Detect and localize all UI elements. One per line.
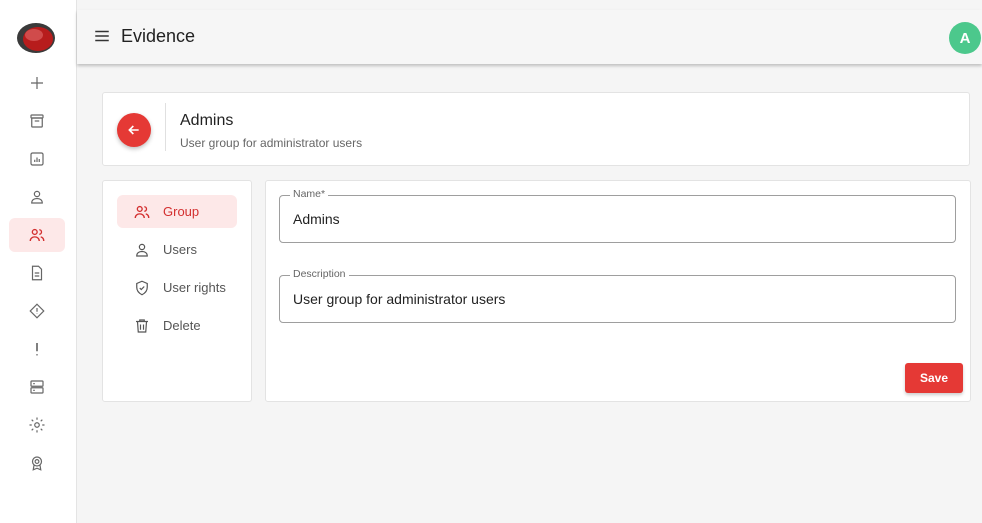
exclamation-icon[interactable] <box>9 332 65 366</box>
app-header: Evidence A <box>77 10 982 64</box>
divider <box>165 103 166 151</box>
side-menu-item-user-rights[interactable]: User rights <box>117 271 237 304</box>
nav-rail <box>0 0 77 523</box>
shield-check-icon <box>133 279 151 297</box>
description-field: Description <box>279 268 956 323</box>
group-side-menu: Group Users User rights Delete <box>102 180 252 402</box>
save-button[interactable]: Save <box>905 363 963 393</box>
report-icon[interactable] <box>9 142 65 176</box>
group-icon[interactable] <box>9 218 65 252</box>
group-icon <box>133 203 151 221</box>
name-input[interactable] <box>293 209 933 229</box>
avatar[interactable]: A <box>949 22 981 54</box>
group-header-card: Admins User group for administrator user… <box>102 92 970 166</box>
user-icon[interactable] <box>9 180 65 214</box>
side-menu-item-group[interactable]: Group <box>117 195 237 228</box>
description-field-label: Description <box>290 268 349 280</box>
side-menu-item-delete[interactable]: Delete <box>117 309 237 342</box>
badge-icon[interactable] <box>9 446 65 480</box>
gear-icon[interactable] <box>9 408 65 442</box>
name-field: Name* <box>279 188 956 243</box>
group-form: Name* Description Save <box>265 180 971 402</box>
page-subtitle: User group for administrator users <box>180 136 363 150</box>
side-menu-label: Users <box>163 242 197 257</box>
back-button[interactable] <box>117 113 151 147</box>
document-icon[interactable] <box>9 256 65 290</box>
side-menu-label: User rights <box>163 280 226 295</box>
diamond-alert-icon[interactable] <box>9 294 65 328</box>
side-menu-item-users[interactable]: Users <box>117 233 237 266</box>
logo-icon[interactable] <box>16 22 56 54</box>
plus-icon[interactable] <box>9 66 65 100</box>
app-title: Evidence <box>121 26 196 46</box>
archive-icon[interactable] <box>9 104 65 138</box>
name-field-label: Name* <box>290 188 329 200</box>
server-icon[interactable] <box>9 370 65 404</box>
side-menu-label: Delete <box>163 318 201 333</box>
arrow-left-icon <box>128 125 139 135</box>
menu-icon[interactable] <box>93 27 111 45</box>
side-menu-label: Group <box>163 204 200 219</box>
trash-icon <box>133 317 151 335</box>
user-icon <box>133 241 151 259</box>
page-title: Admins <box>180 112 234 129</box>
description-input[interactable] <box>293 289 933 309</box>
